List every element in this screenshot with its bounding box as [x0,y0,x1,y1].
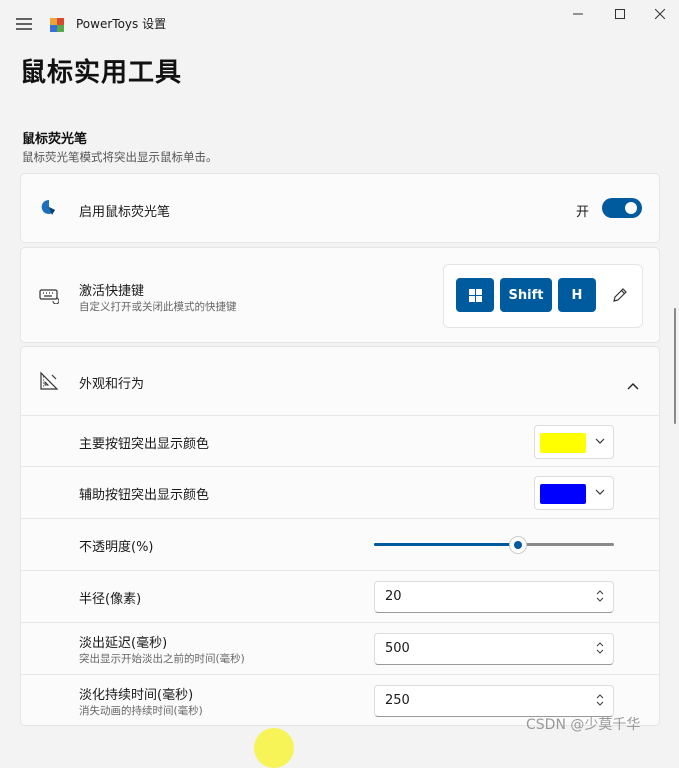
fade-delay-label: 淡出延迟(毫秒) [79,636,168,651]
slider-thumb-dot [514,541,522,549]
fade-delay-subtitle: 突出显示开始淡出之前的时间(毫秒) [79,653,245,665]
appearance-behavior-expander: 外观和行为 主要按钮突出显示颜色 辅助按钮突出显示颜色 不透明度(%) 半径(像… [20,346,660,726]
activation-shortcut-title: 激活快捷键 [79,284,145,299]
fade-delay-row: 淡出延迟(毫秒) 突出显示开始淡出之前的时间(毫秒) 500 [21,622,659,675]
secondary-color-swatch [540,484,586,504]
activation-shortcut-card: 激活快捷键 自定义打开或关闭此模式的快捷键 Shift H [20,247,660,343]
fade-duration-subtitle: 消失动画的持续时间(毫秒) [79,705,203,717]
fade-delay-input[interactable]: 500 [374,633,614,665]
fade-duration-label: 淡化持续时间(毫秒) [79,688,194,703]
watermark: CSDN @少莫千华 [526,717,641,733]
chevron-down-icon [595,438,605,444]
opacity-slider[interactable] [374,537,614,553]
radius-row: 半径(像素) 20 [21,570,659,623]
section-title: 鼠标荧光笔 [22,132,88,147]
appearance-behavior-header[interactable]: 外观和行为 [21,347,659,415]
opacity-row: 不透明度(%) [21,518,659,571]
secondary-color-label: 辅助按钮突出显示颜色 [79,488,210,503]
mouse-highlight-circle [254,728,294,768]
fade-duration-value: 250 [385,693,410,708]
shortcut-keys-group[interactable]: Shift H [443,248,643,342]
close-button[interactable] [638,2,679,26]
primary-color-picker[interactable] [534,425,614,459]
appearance-behavior-title: 外观和行为 [79,377,145,392]
section-subtitle: 鼠标荧光笔模式将突出显示鼠标单击。 [22,150,218,164]
enable-highlighter-toggle[interactable] [602,198,642,218]
windows-key [456,278,494,312]
shift-key: Shift [500,278,552,312]
ruler-triangle-icon [39,371,59,395]
chevron-down-icon [595,489,605,495]
app-title: PowerToys 设置 [76,17,167,31]
maximize-button[interactable] [598,2,642,26]
radius-label: 半径(像素) [79,592,142,607]
slider-thumb[interactable] [510,537,526,553]
title-bar: PowerToys 设置 [0,0,679,48]
windows-logo-icon [468,288,482,302]
fade-delay-value: 500 [385,641,410,656]
primary-color-row: 主要按钮突出显示颜色 [21,415,659,467]
secondary-color-picker[interactable] [534,476,614,510]
spin-updown-icon[interactable] [595,589,605,603]
h-key: H [558,278,596,312]
secondary-color-row: 辅助按钮突出显示颜色 [21,466,659,519]
powertoys-logo-icon [50,17,64,32]
edit-pencil-icon[interactable] [611,286,629,308]
spin-updown-icon[interactable] [595,641,605,655]
primary-color-swatch [540,433,586,453]
toggle-knob [625,202,637,214]
activation-shortcut-subtitle: 自定义打开或关闭此模式的快捷键 [79,301,237,313]
slider-fill [374,543,518,546]
hamburger-menu-icon[interactable] [10,12,38,36]
primary-color-label: 主要按钮突出显示颜色 [79,437,210,452]
spin-updown-icon[interactable] [595,693,605,707]
keyboard-icon [39,288,60,308]
vertical-scrollbar[interactable] [674,308,676,424]
page-title: 鼠标实用工具 [20,58,183,88]
chevron-up-icon[interactable] [627,375,639,394]
highlighter-icon [41,199,57,221]
enable-highlighter-card: 启用鼠标荧光笔 开 [20,173,660,243]
minimize-button[interactable] [556,2,600,26]
toggle-state-label: 开 [576,205,590,220]
radius-input[interactable]: 20 [374,581,614,613]
radius-value: 20 [385,589,402,604]
enable-highlighter-label: 启用鼠标荧光笔 [79,205,171,220]
fade-duration-input[interactable]: 250 [374,685,614,717]
opacity-label: 不透明度(%) [79,540,154,555]
